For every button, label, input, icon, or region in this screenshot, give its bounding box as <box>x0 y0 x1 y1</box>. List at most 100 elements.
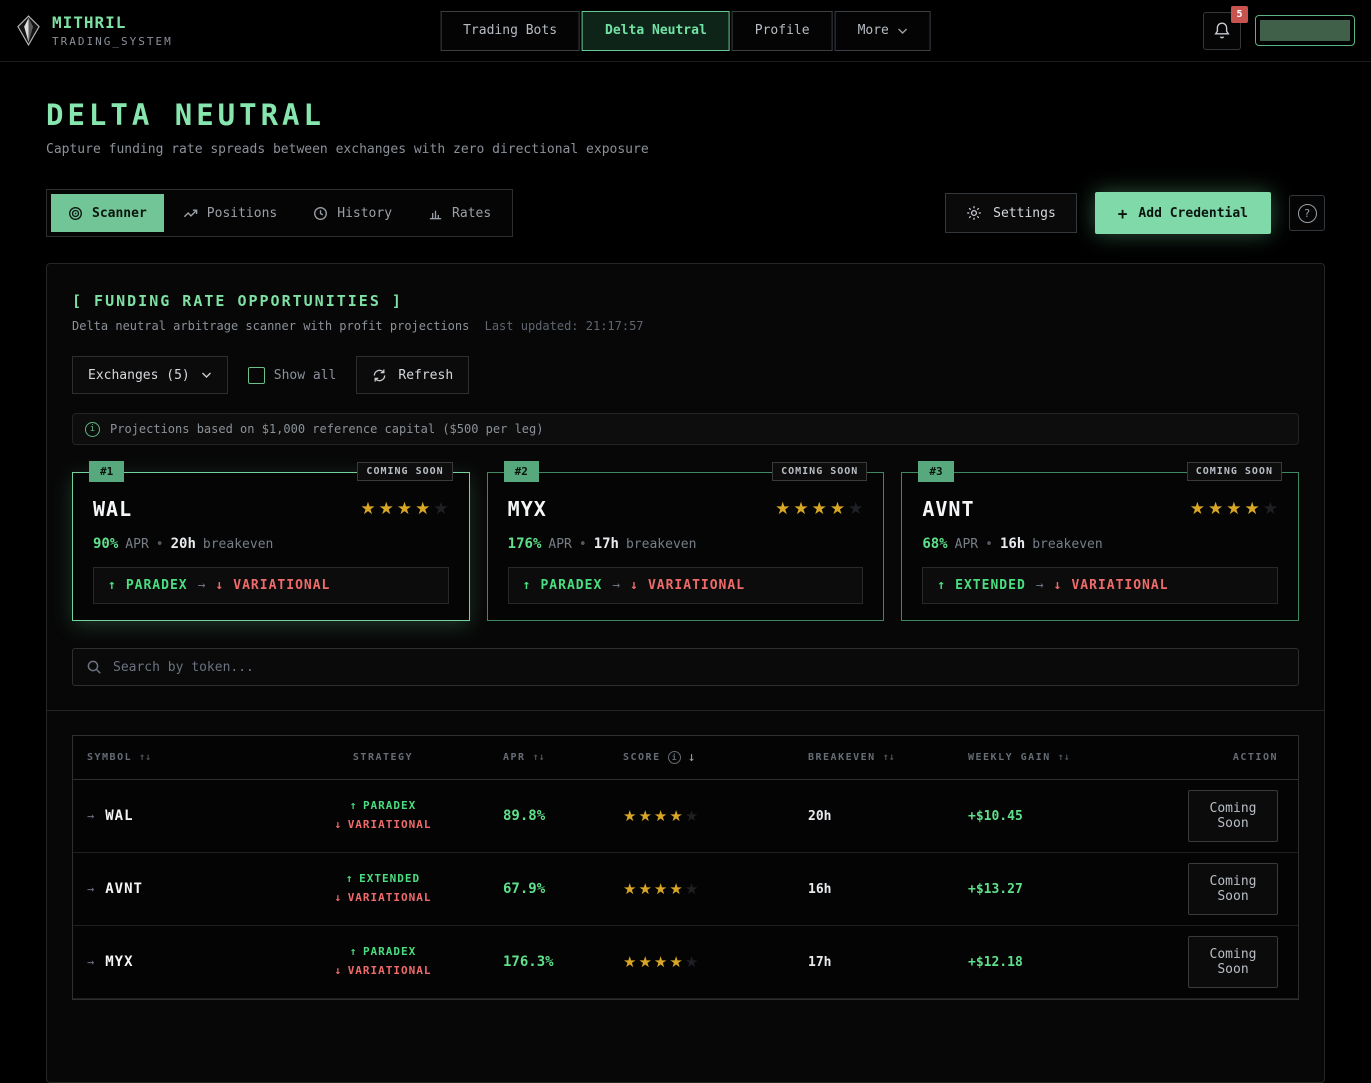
column-header-symbol[interactable]: SYMBOL↑↓ <box>87 752 263 763</box>
breakeven-label: breakeven <box>203 537 273 552</box>
nav-tab-trading-bots[interactable]: Trading Bots <box>440 11 580 51</box>
arrow-down-icon: ↓ <box>334 964 347 977</box>
row-breakeven: 17h <box>808 955 968 970</box>
token-symbol: MYX <box>508 497 547 521</box>
arrow-down-icon: ↓ <box>334 818 347 831</box>
star-rating: ★★★★★ <box>360 499 448 519</box>
wallet-button[interactable] <box>1255 15 1355 46</box>
add-credential-label: Add Credential <box>1138 206 1248 221</box>
sort-icon: ↑↓ <box>533 752 545 763</box>
scanner-tab-positions[interactable]: Positions <box>166 194 294 232</box>
short-exchange: VARIATIONAL <box>1071 578 1168 593</box>
coming-soon-badge: COMING SOON <box>1187 462 1282 481</box>
star-icon: ★ <box>669 807 682 825</box>
page-content: DELTA NEUTRAL Capture funding rate sprea… <box>0 98 1371 1083</box>
nav-tab-label: Trading Bots <box>463 23 557 38</box>
strategy-route: ↑ PARADEX → ↓ VARIATIONAL <box>508 567 864 604</box>
column-header-score[interactable]: SCOREi↓ <box>623 750 808 765</box>
opportunity-card[interactable]: #3 COMING SOON AVNT ★★★★★ 68% APR • 16h … <box>901 472 1299 621</box>
exchanges-dropdown[interactable]: Exchanges (5) <box>72 356 228 394</box>
show-all-toggle[interactable]: Show all <box>248 367 337 384</box>
dot-separator: • <box>985 537 993 552</box>
arrow-up-icon: ↑ <box>346 872 359 885</box>
apr-label: APR <box>548 537 571 552</box>
info-icon: i <box>85 422 100 437</box>
table-row[interactable]: → AVNT ↑ EXTENDED ↓ VARIATIONAL 67.9% ★★… <box>73 853 1298 926</box>
coming-soon-button[interactable]: Coming Soon <box>1188 790 1278 842</box>
star-icon: ★ <box>654 807 667 825</box>
arrow-right-icon: → <box>1036 578 1044 593</box>
page-subtitle: Capture funding rate spreads between exc… <box>46 142 1325 157</box>
scanner-tab-scanner[interactable]: Scanner <box>51 194 164 232</box>
funding-opportunities-card: [ FUNDING RATE OPPORTUNITIES ] Delta neu… <box>46 263 1325 1083</box>
search-bar <box>72 648 1299 686</box>
coming-soon-badge: COMING SOON <box>772 462 867 481</box>
star-icon: ★ <box>685 807 698 825</box>
star-icon: ★ <box>848 499 863 519</box>
star-icon: ★ <box>433 499 448 519</box>
table-row[interactable]: → MYX ↑ PARADEX ↓ VARIATIONAL 176.3% ★★★… <box>73 926 1298 999</box>
coming-soon-button[interactable]: Coming Soon <box>1188 936 1278 988</box>
nav-tab-more[interactable]: More <box>835 11 931 51</box>
sort-desc-icon: ↓ <box>688 750 696 765</box>
row-long-exchange: PARADEX <box>363 799 416 812</box>
opportunity-card[interactable]: #2 COMING SOON MYX ★★★★★ 176% APR • 17h … <box>487 472 885 621</box>
trend-up-icon <box>183 206 198 221</box>
settings-button[interactable]: Settings <box>945 193 1077 233</box>
star-icon: ★ <box>1263 499 1278 519</box>
column-header-weekly-gain[interactable]: WEEKLY GAIN↑↓ <box>968 752 1188 763</box>
column-label: WEEKLY GAIN <box>968 752 1051 763</box>
column-header-strategy: STRATEGY <box>263 752 503 763</box>
notifications-button[interactable]: 5 <box>1203 12 1241 50</box>
rank-badge: #2 <box>504 461 539 482</box>
long-exchange: PARADEX <box>540 578 602 593</box>
brand-subtitle: TRADING_SYSTEM <box>52 35 173 48</box>
exchanges-label: Exchanges (5) <box>88 368 190 383</box>
nav-tab-profile[interactable]: Profile <box>732 11 833 51</box>
row-short-exchange: VARIATIONAL <box>348 891 432 904</box>
strategy-route: ↑ EXTENDED → ↓ VARIATIONAL <box>922 567 1278 604</box>
arrow-right-icon: → <box>87 882 94 896</box>
show-all-checkbox[interactable] <box>248 367 265 384</box>
opportunity-card[interactable]: #1 COMING SOON WAL ★★★★★ 90% APR • 20h b… <box>72 472 470 621</box>
column-header-breakeven[interactable]: BREAKEVEN↑↓ <box>808 752 968 763</box>
refresh-icon <box>372 368 387 383</box>
help-button[interactable]: ? <box>1289 195 1325 231</box>
arrow-up-icon: ↑ <box>523 578 531 593</box>
search-input[interactable] <box>113 660 1285 675</box>
row-weekly-gain: +$10.45 <box>968 809 1188 824</box>
arrow-down-icon: ↓ <box>334 891 347 904</box>
opportunities-table: SYMBOL↑↓STRATEGYAPR↑↓SCOREi↓BREAKEVEN↑↓W… <box>72 735 1299 1000</box>
row-long-exchange: PARADEX <box>363 945 416 958</box>
table-body: → WAL ↑ PARADEX ↓ VARIATIONAL 89.8% ★★★★… <box>73 780 1298 999</box>
nav-tab-delta-neutral[interactable]: Delta Neutral <box>582 11 730 51</box>
star-icon: ★ <box>360 499 375 519</box>
scanner-tab-history[interactable]: History <box>296 194 409 232</box>
star-icon: ★ <box>623 807 636 825</box>
column-label: APR <box>503 752 526 763</box>
info-banner: i Projections based on $1,000 reference … <box>72 413 1299 445</box>
column-header-action: ACTION <box>1188 752 1278 763</box>
long-exchange: PARADEX <box>126 578 188 593</box>
coming-soon-button[interactable]: Coming Soon <box>1188 863 1278 915</box>
star-icon: ★ <box>638 807 651 825</box>
table-row[interactable]: → WAL ↑ PARADEX ↓ VARIATIONAL 89.8% ★★★★… <box>73 780 1298 853</box>
arrow-up-icon: ↑ <box>350 945 363 958</box>
column-label: ACTION <box>1233 752 1278 763</box>
breakeven-value: 20h <box>171 536 196 552</box>
row-short-exchange: VARIATIONAL <box>348 818 432 831</box>
settings-label: Settings <box>993 206 1056 221</box>
scanner-tab-rates[interactable]: Rates <box>411 194 508 232</box>
refresh-button[interactable]: Refresh <box>356 356 469 394</box>
bar-chart-icon <box>428 206 443 221</box>
column-header-apr[interactable]: APR ↑↓ <box>503 752 623 763</box>
opportunity-grid: #1 COMING SOON WAL ★★★★★ 90% APR • 20h b… <box>72 472 1299 621</box>
gear-icon <box>966 205 982 221</box>
refresh-label: Refresh <box>398 368 453 383</box>
add-credential-button[interactable]: + Add Credential <box>1095 192 1271 234</box>
arrow-right-icon: → <box>87 809 94 823</box>
star-icon: ★ <box>654 880 667 898</box>
row-star-rating: ★★★★★ <box>623 807 808 825</box>
apr-label: APR <box>955 537 978 552</box>
star-icon: ★ <box>685 953 698 971</box>
